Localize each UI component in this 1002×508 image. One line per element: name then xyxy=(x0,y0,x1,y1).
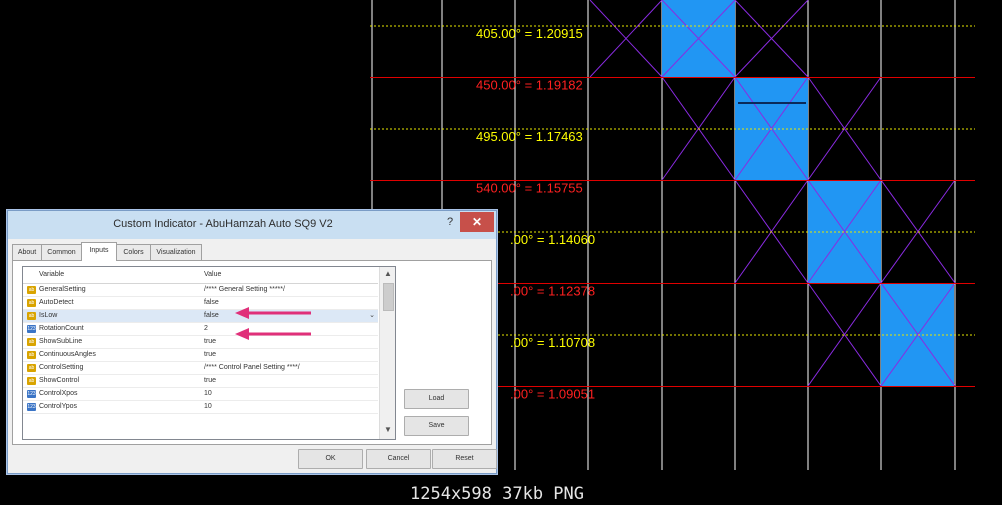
arrow-autodetect-icon xyxy=(235,307,311,319)
inputs-grid: Variable Value ab GeneralSetting/**** Gen… xyxy=(22,266,396,440)
help-button[interactable]: ? xyxy=(441,213,459,231)
variable-value[interactable]: true xyxy=(204,351,216,358)
text-type-icon: ab xyxy=(27,338,36,346)
level-label: 405.00° = 1.20915 xyxy=(476,26,583,41)
variable-name: ControlYpos xyxy=(39,403,78,410)
tab-inputs[interactable]: Inputs xyxy=(81,242,117,261)
text-type-icon: ab xyxy=(27,299,36,307)
level-label: .00° = 1.12378 xyxy=(510,284,595,299)
tab-about[interactable]: About xyxy=(12,244,42,260)
level-label: 450.00° = 1.19182 xyxy=(476,78,583,93)
text-type-icon: ab xyxy=(27,351,36,359)
text-type-icon: ab xyxy=(27,377,36,385)
variable-value[interactable]: 10 xyxy=(204,390,212,397)
vertical-scrollbar[interactable]: ▲ ▼ xyxy=(379,267,395,439)
text-type-icon: ab xyxy=(27,312,36,320)
table-row[interactable]: ab IsLow false ⌄ xyxy=(23,310,378,323)
level-label: .00° = 1.10708 xyxy=(510,335,595,350)
variable-name: ContinuousAngles xyxy=(39,351,96,358)
table-row[interactable]: 123 ControlXpos 10 xyxy=(23,388,378,401)
scroll-thumb[interactable] xyxy=(383,283,394,311)
variable-value[interactable]: /**** General Setting *****/ xyxy=(204,286,285,293)
save-button[interactable]: Save xyxy=(404,416,469,436)
variable-value[interactable]: 10 xyxy=(204,403,212,410)
variable-name: RotationCount xyxy=(39,325,84,332)
cancel-button[interactable]: Cancel xyxy=(366,449,431,469)
level-label: .00° = 1.14060 xyxy=(510,232,595,247)
scroll-down-icon[interactable]: ▼ xyxy=(380,425,395,434)
dropdown-chevron-icon[interactable]: ⌄ xyxy=(369,311,375,319)
custom-indicator-dialog: Custom Indicator - AbuHamzah Auto SQ9 V2… xyxy=(7,210,497,474)
reset-button[interactable]: Reset xyxy=(432,449,497,469)
close-button[interactable]: ✕ xyxy=(460,212,494,232)
level-label: .00° = 1.09051 xyxy=(510,387,595,402)
column-header-variable[interactable]: Variable xyxy=(39,271,64,278)
variable-name: GeneralSetting xyxy=(39,286,86,293)
variable-value[interactable]: true xyxy=(204,377,216,384)
number-type-icon: 123 xyxy=(27,390,36,398)
variable-value[interactable]: false xyxy=(204,312,219,319)
level-label: 495.00° = 1.17463 xyxy=(476,129,583,144)
variable-name: ShowSubLine xyxy=(39,338,83,345)
table-row[interactable]: ab GeneralSetting /**** General Setting **… xyxy=(23,284,378,297)
tab-visualization[interactable]: Visualization xyxy=(150,244,202,260)
column-header-value[interactable]: Value xyxy=(204,271,221,278)
table-row[interactable]: 123 RotationCount 2 xyxy=(23,323,378,336)
title-bar[interactable]: Custom Indicator - AbuHamzah Auto SQ9 V2… xyxy=(8,211,496,239)
table-row[interactable]: ab ShowControl true xyxy=(23,375,378,388)
level-label: 540.00° = 1.15755 xyxy=(476,181,583,196)
number-type-icon: 123 xyxy=(27,403,36,411)
variable-name: ControlSetting xyxy=(39,364,84,371)
variable-name: ShowControl xyxy=(39,377,80,384)
variable-name: IsLow xyxy=(39,312,58,319)
variable-name: AutoDetect xyxy=(39,299,74,306)
variable-value[interactable]: /**** Control Panel Setting ****/ xyxy=(204,364,300,371)
grid-header: Variable Value xyxy=(23,267,378,284)
variable-name: ControlXpos xyxy=(39,390,78,397)
variable-value[interactable]: false xyxy=(204,299,219,306)
ok-button[interactable]: OK xyxy=(298,449,363,469)
tab-colors[interactable]: Colors xyxy=(116,244,151,260)
screenshot: 405.00° = 1.20915 450.00° = 1.19182 495.00… xyxy=(0,0,1002,508)
text-type-icon: ab xyxy=(27,286,36,294)
table-row[interactable]: 123 ControlYpos 10 xyxy=(23,401,378,414)
arrow-islow-icon xyxy=(235,328,311,340)
table-row[interactable]: ab ControlSetting /**** Control Panel Sett… xyxy=(23,362,378,375)
tab-common[interactable]: Common xyxy=(41,244,82,260)
variable-value[interactable]: true xyxy=(204,338,216,345)
image-caption: 1254x598 37kb PNG xyxy=(410,484,584,504)
variable-value[interactable]: 2 xyxy=(204,325,208,332)
scroll-up-icon[interactable]: ▲ xyxy=(380,269,395,278)
table-row[interactable]: ab ShowSubLine true xyxy=(23,336,378,349)
dialog-title: Custom Indicator - AbuHamzah Auto SQ9 V2 xyxy=(113,218,333,230)
annotation-arrows xyxy=(235,307,311,340)
load-button[interactable]: Load xyxy=(404,389,469,409)
number-type-icon: 123 xyxy=(27,325,36,333)
table-row[interactable]: ab ContinuousAngles true xyxy=(23,349,378,362)
table-row[interactable]: ab AutoDetect false xyxy=(23,297,378,310)
text-type-icon: ab xyxy=(27,364,36,372)
